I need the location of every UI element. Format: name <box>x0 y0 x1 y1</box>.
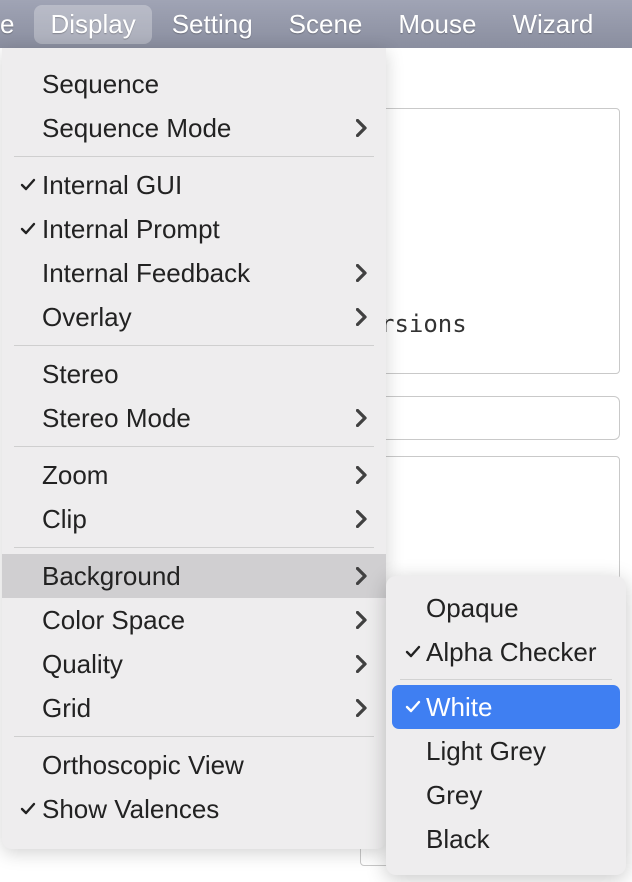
submenu-item-label: Black <box>426 824 604 855</box>
menu-item-label: Overlay <box>42 302 344 333</box>
checkmark-icon <box>404 643 422 661</box>
submenu-item-label: Alpha Checker <box>426 637 604 668</box>
checkmark-icon <box>19 800 37 818</box>
menu-item-internal-prompt[interactable]: Internal Prompt <box>2 207 386 251</box>
menu-item-quality[interactable]: Quality <box>2 642 386 686</box>
menu-separator <box>14 345 374 346</box>
menu-item-clip[interactable]: Clip <box>2 497 386 541</box>
submenu-item-opaque[interactable]: Opaque <box>392 586 620 630</box>
background-submenu: Opaque Alpha Checker White Light Grey Grey Bl… <box>386 576 626 875</box>
menubar-item-scene[interactable]: Scene <box>271 1 381 48</box>
menu-item-background[interactable]: Background <box>2 554 386 598</box>
checkmark-slot <box>14 800 42 818</box>
submenu-item-label: Opaque <box>426 593 604 624</box>
chevron-slot <box>344 510 368 528</box>
menu-item-label: Zoom <box>42 460 344 491</box>
chevron-right-icon <box>356 119 368 137</box>
menu-item-label: Stereo <box>42 359 344 390</box>
menubar-item-setting[interactable]: Setting <box>154 1 271 48</box>
menu-item-stereo[interactable]: Stereo <box>2 352 386 396</box>
menu-item-zoom[interactable]: Zoom <box>2 453 386 497</box>
menu-item-label: Clip <box>42 504 344 535</box>
menu-separator <box>14 736 374 737</box>
menu-item-label: Internal Prompt <box>42 214 344 245</box>
chevron-right-icon <box>356 699 368 717</box>
menu-item-label: Sequence <box>42 69 344 100</box>
menu-item-show-valences[interactable]: Show Valences <box>2 787 386 831</box>
menu-item-label: Grid <box>42 693 344 724</box>
chevron-right-icon <box>356 611 368 629</box>
menubar-item-mouse[interactable]: Mouse <box>380 1 494 48</box>
checkmark-slot <box>400 698 426 716</box>
chevron-slot <box>344 466 368 484</box>
submenu-item-label: Grey <box>426 780 604 811</box>
chevron-slot <box>344 308 368 326</box>
submenu-item-label: Light Grey <box>426 736 604 767</box>
chevron-slot <box>344 655 368 673</box>
menu-separator <box>14 547 374 548</box>
menu-item-label: Background <box>42 561 344 592</box>
checkmark-icon <box>19 220 37 238</box>
chevron-right-icon <box>356 466 368 484</box>
submenu-separator <box>400 679 612 680</box>
menu-item-internal-gui[interactable]: Internal GUI <box>2 163 386 207</box>
checkmark-slot <box>14 220 42 238</box>
chevron-slot <box>344 119 368 137</box>
menu-item-sequence[interactable]: Sequence <box>2 62 386 106</box>
menu-item-sequence-mode[interactable]: Sequence Mode <box>2 106 386 150</box>
menubar-item-wizard[interactable]: Wizard <box>494 1 611 48</box>
chevron-right-icon <box>356 409 368 427</box>
chevron-right-icon <box>356 308 368 326</box>
menubar-item-display[interactable]: Display <box>34 5 151 44</box>
chevron-slot <box>344 699 368 717</box>
menu-item-grid[interactable]: Grid <box>2 686 386 730</box>
menu-item-label: Quality <box>42 649 344 680</box>
menu-item-overlay[interactable]: Overlay <box>2 295 386 339</box>
menu-item-label: Internal GUI <box>42 170 344 201</box>
chevron-right-icon <box>356 655 368 673</box>
submenu-item-light-grey[interactable]: Light Grey <box>392 729 620 773</box>
background-partial-text: rsions <box>380 310 467 338</box>
submenu-item-white[interactable]: White <box>392 685 620 729</box>
chevron-slot <box>344 567 368 585</box>
checkmark-icon <box>19 176 37 194</box>
menu-item-internal-feedback[interactable]: Internal Feedback <box>2 251 386 295</box>
menubar: e Display Setting Scene Mouse Wizard <box>0 0 632 48</box>
checkmark-icon <box>404 698 422 716</box>
menu-item-label: Show Valences <box>42 794 344 825</box>
submenu-item-black[interactable]: Black <box>392 817 620 861</box>
menu-item-stereo-mode[interactable]: Stereo Mode <box>2 396 386 440</box>
menu-item-label: Orthoscopic View <box>42 750 344 781</box>
submenu-item-grey[interactable]: Grey <box>392 773 620 817</box>
chevron-right-icon <box>356 510 368 528</box>
chevron-right-icon <box>356 567 368 585</box>
chevron-right-icon <box>356 264 368 282</box>
menu-item-label: Sequence Mode <box>42 113 344 144</box>
menu-item-label: Color Space <box>42 605 344 636</box>
menu-separator <box>14 156 374 157</box>
menu-item-orthoscopic-view[interactable]: Orthoscopic View <box>2 743 386 787</box>
chevron-slot <box>344 264 368 282</box>
background-input-box[interactable] <box>360 396 620 440</box>
checkmark-slot <box>14 176 42 194</box>
display-dropdown-menu: Sequence Sequence Mode Internal GUI Interna… <box>2 48 386 849</box>
checkmark-slot <box>400 643 426 661</box>
submenu-item-alpha-checker[interactable]: Alpha Checker <box>392 630 620 674</box>
menu-item-label: Stereo Mode <box>42 403 344 434</box>
chevron-slot <box>344 409 368 427</box>
menu-separator <box>14 446 374 447</box>
menubar-item-truncated[interactable]: e <box>0 1 32 48</box>
chevron-slot <box>344 611 368 629</box>
submenu-item-label: White <box>426 692 604 723</box>
menu-item-color-space[interactable]: Color Space <box>2 598 386 642</box>
menu-item-label: Internal Feedback <box>42 258 344 289</box>
